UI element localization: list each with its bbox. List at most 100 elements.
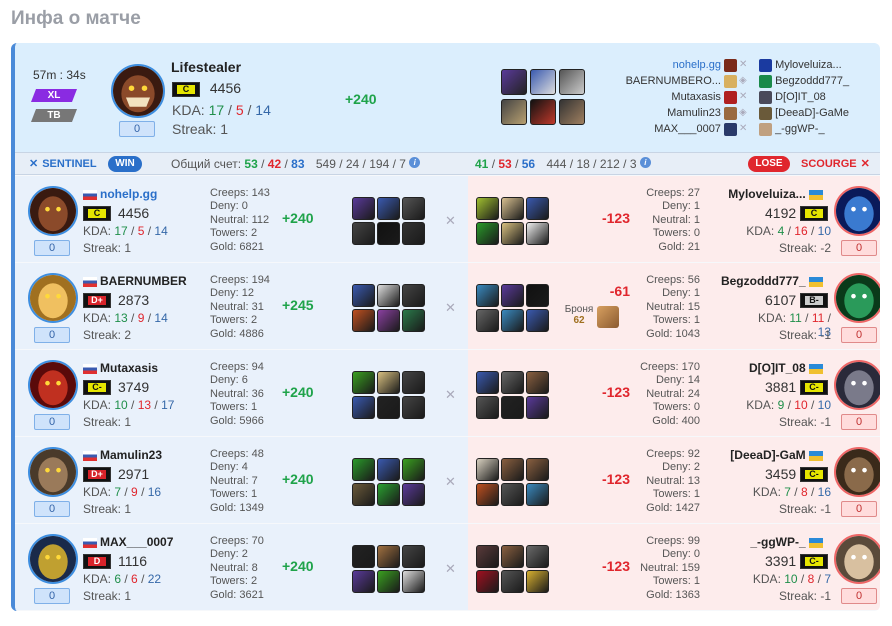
player-row: 0 BAERNUMBER D+ 2873 KDA: 13 / 9 / 14 St… (15, 263, 880, 349)
rank-badge: C- (800, 380, 828, 396)
player-kda: KDA: 10 / 8 / 7 (752, 572, 831, 586)
item-icon (402, 284, 425, 307)
summary-player-link[interactable]: _-ggWP-_ (775, 123, 825, 135)
info-icon[interactable]: i (639, 157, 651, 168)
player-box: 0 (34, 414, 70, 430)
summary-player-link[interactable]: Myloveluiza... (775, 59, 842, 71)
hero-portrait[interactable] (28, 186, 78, 236)
rank-badge: C- (800, 467, 828, 483)
summary-player-link[interactable]: BAERNUMBERO... (626, 75, 721, 87)
scourge-player: -61 Броня 62 Creeps: 56 Deny: 1 Neutral: 15… (468, 263, 880, 349)
hero-portrait[interactable] (834, 273, 880, 323)
item-icon (402, 545, 425, 568)
item-icon (476, 371, 499, 394)
item-icon (501, 309, 524, 332)
hero-portrait (111, 64, 165, 118)
player-stats: Creeps: 170 Deny: 14 Neutral: 24 Towers: 0G… (640, 361, 700, 427)
player-kda: KDA: 10 / 13 / 17 (83, 398, 175, 412)
info-icon[interactable]: i (409, 157, 421, 168)
mode-tag-xl: XL (31, 89, 77, 102)
player-name[interactable]: Myloveluiza... (718, 187, 826, 201)
player-name[interactable]: _-ggWP-_ (718, 535, 826, 549)
scourge-score: 41 / 53 / 56 444 / 18 / 212 / 3 i (475, 157, 651, 171)
player-stats: Creeps: 194 Deny: 12 Neutral: 31 Towers: 2G… (210, 274, 270, 340)
hero-portrait[interactable] (28, 273, 78, 323)
player-name[interactable]: [DeeaD]-GaM (718, 448, 826, 462)
item-icon (526, 222, 549, 245)
player-name[interactable]: Begzoddd777_ (718, 274, 826, 288)
item-icon (402, 371, 425, 394)
item-icon (501, 458, 524, 481)
item-icon (501, 483, 524, 506)
rank-badge: B- (800, 293, 828, 309)
player-name[interactable]: D[O]IT_08 (718, 361, 826, 375)
versus-icon: ✕ (445, 300, 456, 315)
player-name[interactable]: MAX___0007 (83, 535, 191, 549)
summary-player-link[interactable]: Begzoddd777_ (775, 75, 849, 87)
summary-player-link[interactable]: [DeeaD]-GaMe (775, 107, 849, 119)
lose-badge: LOSE (748, 156, 790, 172)
versus-icon: ✕ (445, 387, 456, 402)
sentinel-label: ✕ SENTINEL (29, 158, 97, 170)
player-rating: 4192 (765, 205, 797, 221)
hero-portrait[interactable] (834, 534, 880, 584)
player-name[interactable]: Mamulin23 (83, 448, 191, 462)
summary-streak: Streak: 1 (172, 121, 229, 137)
versus-icon: ✕ (445, 561, 456, 576)
item-icon (530, 99, 556, 125)
player-rating: 6107 (765, 292, 797, 308)
item-icon (377, 222, 400, 245)
item-icon (352, 371, 375, 394)
rank-badge: C (800, 206, 828, 222)
player-streak: Streak: -2 (778, 241, 831, 255)
sentinel-player: 0 Mutaxasis C- 3749 KDA: 10 / 13 / 17 St… (15, 350, 468, 436)
player-name[interactable]: Mutaxasis (83, 361, 191, 375)
hero-portrait[interactable] (28, 534, 78, 584)
item-icon (476, 458, 499, 481)
rating-delta: +240 (282, 384, 314, 400)
hero-portrait[interactable] (28, 360, 78, 410)
sentinel-player: 0 BAERNUMBER D+ 2873 KDA: 13 / 9 / 14 St… (15, 263, 468, 349)
hero-portrait[interactable] (28, 447, 78, 497)
player-kda: KDA: 9 / 10 / 10 (746, 398, 831, 412)
page-title: Инфа о матче (11, 8, 141, 29)
item-icon (501, 69, 527, 95)
player-box: 0 (34, 240, 70, 256)
player-kda: KDA: 6 / 6 / 22 (83, 572, 162, 586)
summary-player-link[interactable]: Mutaxasis (671, 91, 721, 103)
item-icon (352, 570, 375, 593)
summary-player-link[interactable]: MAX___0007 (654, 123, 721, 135)
item-icon (377, 483, 400, 506)
player-name[interactable]: nohelp.gg (83, 187, 191, 201)
item-icon (476, 284, 499, 307)
item-icon (501, 99, 527, 125)
player-streak: Streak: 1 (83, 589, 132, 603)
summary-player-link[interactable]: nohelp.gg (673, 59, 721, 71)
rating-delta: +240 (282, 471, 314, 487)
player-rating: 3749 (118, 379, 150, 395)
player-box: 0 (841, 414, 877, 430)
summary-scourge-players: Myloveluiza... Begzoddd777_ D[O]IT_08 [D… (759, 57, 879, 137)
mode-tag-tb: TB (31, 109, 77, 122)
hero-portrait[interactable] (834, 447, 880, 497)
item-icon (402, 570, 425, 593)
player-streak: Streak: -1 (778, 328, 831, 342)
summary-player-link[interactable]: D[O]IT_08 (775, 91, 826, 103)
player-row: 0 nohelp.gg C 4456 KDA: 17 / 5 / 14 Stre… (15, 176, 880, 262)
player-box: 0 (841, 240, 877, 256)
item-icon (352, 284, 375, 307)
versus-icon: ✕ (445, 474, 456, 489)
player-name[interactable]: BAERNUMBER (83, 274, 191, 288)
player-rating: 3459 (765, 466, 797, 482)
summary-player-link[interactable]: Mamulin23 (667, 107, 721, 119)
scourge-player: -123 Creeps: 27 Deny: 1 Neutral: 1 Towers: … (468, 176, 880, 262)
item-icon (402, 309, 425, 332)
hero-portrait[interactable] (834, 186, 880, 236)
item-icon (377, 197, 400, 220)
item-icon (377, 309, 400, 332)
item-icon (352, 309, 375, 332)
player-row: 0 Mamulin23 D+ 2971 KDA: 7 / 9 / 16 Stre… (15, 437, 880, 523)
item-icon (352, 483, 375, 506)
scourge-player: -123 Creeps: 92 Deny: 2 Neutral: 13 Towers:… (468, 437, 880, 523)
hero-portrait[interactable] (834, 360, 880, 410)
